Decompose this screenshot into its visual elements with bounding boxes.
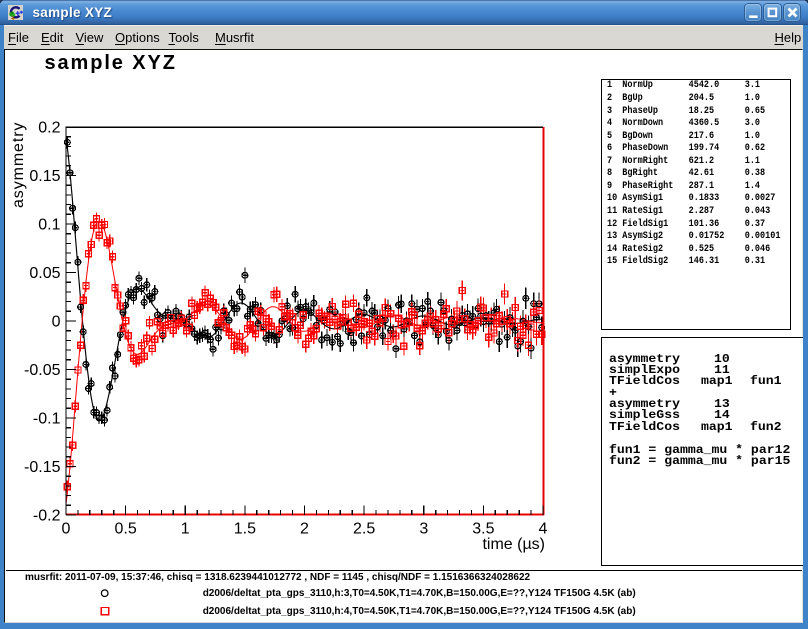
svg-text:0.15: 0.15 (29, 168, 60, 185)
svg-text:0.1: 0.1 (38, 217, 60, 234)
svg-text:0.5: 0.5 (114, 521, 136, 538)
svg-text:3: 3 (419, 521, 428, 538)
svg-text:time (µs): time (µs) (482, 536, 545, 553)
svg-text:0.2: 0.2 (38, 120, 60, 137)
svg-text:0: 0 (62, 521, 71, 538)
svg-text:3.5: 3.5 (472, 521, 494, 538)
svg-text:1.5: 1.5 (234, 521, 256, 538)
svg-text:1: 1 (181, 521, 190, 538)
svg-text:0: 0 (52, 314, 61, 331)
svg-text:4: 4 (539, 521, 548, 538)
svg-text:2: 2 (300, 521, 309, 538)
svg-text:2.5: 2.5 (353, 521, 375, 538)
svg-text:-0.2: -0.2 (33, 508, 61, 525)
svg-text:-0.15: -0.15 (24, 459, 61, 476)
svg-text:-0.05: -0.05 (24, 362, 61, 379)
svg-text:-0.1: -0.1 (33, 411, 61, 428)
svg-text:asymmetry: asymmetry (10, 122, 27, 208)
svg-text:0.05: 0.05 (29, 265, 60, 282)
